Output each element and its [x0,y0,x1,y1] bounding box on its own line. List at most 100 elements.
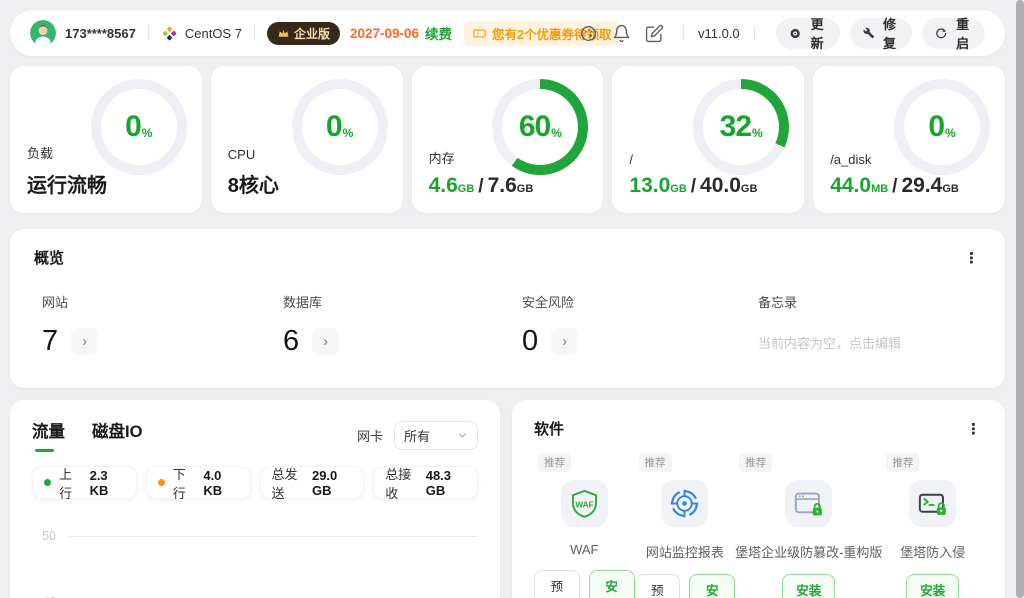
security-risk-link-button[interactable]: › [551,328,578,355]
preview-button[interactable]: 预览 [534,570,580,598]
stat-card-a-disk[interactable]: 0 % /a_disk 44.0MB/29.4GB [813,66,1005,213]
stat-card-cpu[interactable]: 0 % CPU 8核心 [211,66,403,213]
recommend-badge: 推荐 [639,453,672,472]
monitor-icon-box[interactable] [661,480,708,527]
software-name: 堡塔防入侵 [900,542,965,561]
enterprise-edition-badge[interactable]: 企业版 [267,22,340,45]
restart-icon [935,25,947,42]
memo-edit-placeholder[interactable]: 当前内容为空，点击编辑 [758,333,981,352]
feedback-note-icon[interactable] [645,24,664,43]
software-item-waf: 推荐 WAF WAF 预览 安装 [534,453,635,598]
chip-total-sent: 总发送 29.0 GB [260,466,365,499]
overview-item-memo: 备忘录 当前内容为空，点击编辑 [758,292,981,358]
preview-button[interactable]: 预览 [635,574,681,598]
chevron-right-icon: › [562,334,567,349]
nic-select-dropdown[interactable]: 所有 [394,421,478,450]
nic-label: 网卡 [357,426,383,445]
downstream-value: 4.0 KB [203,468,238,498]
databases-link-button[interactable]: › [312,328,339,355]
recommend-badge: 推荐 [739,453,772,472]
svg-text:WAF: WAF [575,500,593,509]
user-id[interactable]: 173****8567 [65,26,136,41]
page-scrollbar[interactable] [1016,0,1024,598]
theme-palette-icon[interactable] [579,24,598,43]
install-button[interactable]: 安装 [782,574,835,598]
root-disk-usage: 13.0GB/40.0GB [629,174,757,198]
software-item-intrusion-prevention: 推荐 堡塔防入侵 安装 [882,453,983,598]
traffic-chart: 50 40 [32,529,478,598]
overview-title: 概览 [34,247,64,268]
divider [754,26,755,40]
chevron-down-icon [457,430,468,441]
memory-usage: 4.6GB/7.6GB [429,174,534,198]
databases-label: 数据库 [283,292,522,311]
nic-selected-value: 所有 [404,426,430,445]
traffic-stat-chips: 上行 2.3 KB 下行 4.0 KB 总发送 29.0 GB 总接收 48.3… [32,466,478,499]
chip-upstream: 上行 2.3 KB [32,466,137,499]
tab-disk-io[interactable]: 磁盘IO [92,418,142,452]
cpu-percent: 0 [326,110,342,144]
websites-label: 网站 [42,292,283,311]
notification-bell-icon[interactable] [612,24,631,43]
topbar-left: 173****8567 CentOS 7 企业版 2027-09-06 续费 [30,20,572,46]
monitor-radar-icon [668,487,701,520]
install-button[interactable]: 安装 [689,574,735,598]
chip-downstream: 下行 4.0 KB [146,466,251,499]
wrench-icon [863,25,875,41]
websites-link-button[interactable]: › [71,328,98,355]
traffic-tabs: 流量 磁盘IO [32,418,142,452]
chip-total-received: 总接收 48.3 GB [373,466,478,499]
stat-cards-row: 0 % 负载 运行流畅 0 % CPU 8核心 [10,66,1005,213]
stat-card-root-disk[interactable]: 32 % / 13.0GB/40.0GB [612,66,804,213]
chevron-right-icon: › [82,334,87,349]
memo-label: 备忘录 [758,292,981,311]
renew-link[interactable]: 续费 [425,23,452,43]
overview-item-security-risk: 安全风险 0 › [522,292,758,358]
websites-count: 7 [42,325,58,358]
root-disk-percent: 32 [720,110,751,144]
edition-label: 企业版 [294,25,330,42]
user-avatar[interactable] [30,20,56,46]
overview-card: 概览 ⋮ 网站 7 › 数据库 6 › 安全风险 0 [10,229,1005,388]
divider [148,26,149,40]
restart-label: 重启 [953,14,972,52]
load-status: 运行流畅 [27,169,107,198]
topbar-right: v11.0.0 更新 修复 [572,18,985,49]
os-name: CentOS 7 [185,26,242,41]
software-title: 软件 [534,418,564,439]
stat-card-load[interactable]: 0 % 负载 运行流畅 [10,66,202,213]
software-name: 网站监控报表 [646,542,724,561]
root-disk-label: / [629,152,757,167]
a-disk-percent: 0 [928,110,944,144]
software-more-icon[interactable]: ⋮ [965,420,983,438]
restart-button[interactable]: 重启 [922,18,985,49]
centos-logo-icon [161,25,178,42]
topbar: 173****8567 CentOS 7 企业版 2027-09-06 续费 [10,10,1005,56]
load-percent: 0 [125,110,141,144]
intrusion-icon-box[interactable] [909,480,956,527]
security-risk-count: 0 [522,325,538,358]
total-received-value: 48.3 GB [426,468,466,498]
install-button[interactable]: 安装 [906,574,959,598]
downstream-dot [158,479,165,486]
stat-card-memory[interactable]: 60 % 内存 4.6GB/7.6GB [412,66,604,213]
install-button[interactable]: 安装 [589,570,635,598]
overview-item-databases: 数据库 6 › [283,292,522,358]
gridline [68,536,478,537]
tamper-proof-window-lock-icon [792,487,825,520]
tab-traffic[interactable]: 流量 [32,418,65,452]
overview-more-icon[interactable]: ⋮ [963,249,981,267]
security-risk-label: 安全风险 [522,292,758,311]
update-label: 更新 [808,14,827,52]
software-card: 软件 ⋮ 推荐 WAF WAF 预览 安装 [512,400,1005,598]
cpu-label: CPU [228,147,279,162]
expire-date: 2027-09-06 [350,26,419,41]
waf-icon-box[interactable]: WAF [561,480,608,527]
memory-label: 内存 [429,148,534,167]
update-button[interactable]: 更新 [776,18,839,49]
a-disk-label: /a_disk [830,152,959,167]
upstream-value: 2.3 KB [90,468,125,498]
repair-button[interactable]: 修复 [850,18,912,49]
tamper-proof-icon-box[interactable] [785,480,832,527]
software-item-tamper-proof: 推荐 堡塔企业级防篡改-重构版 [735,453,882,598]
